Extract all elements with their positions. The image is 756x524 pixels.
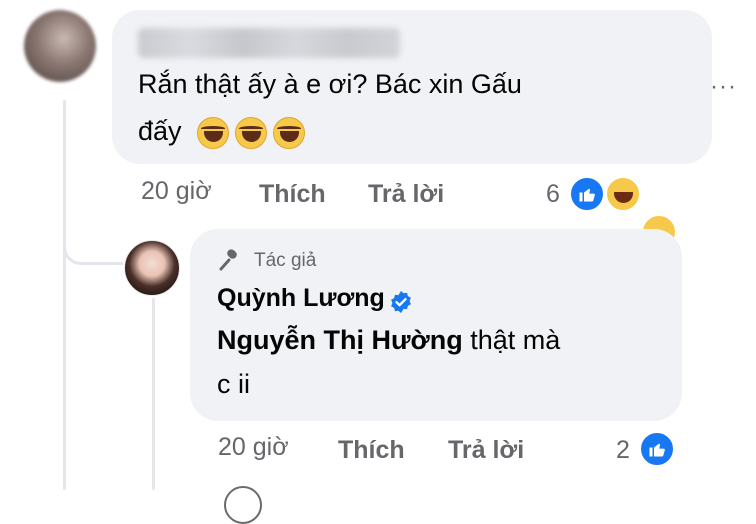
author-badge-label: Tác giả	[254, 250, 317, 271]
thumbs-up-icon	[579, 188, 595, 202]
comment-text-line1: Rắn thật ấy à e ơi? Bác xin Gấu	[138, 69, 522, 99]
next-avatar[interactable]	[224, 486, 262, 524]
like-icon[interactable]	[638, 430, 676, 468]
reply-reply-button[interactable]: Trả lời	[448, 436, 524, 465]
reply-reaction-count[interactable]: 2	[616, 436, 630, 465]
thumbs-up-icon	[649, 443, 665, 457]
laughing-emoji-icon	[273, 116, 306, 149]
haha-icon[interactable]	[604, 175, 642, 213]
comment-reaction-count[interactable]: 6	[546, 180, 560, 209]
thread-line	[63, 100, 66, 490]
like-icon[interactable]	[568, 175, 606, 213]
comment-text-line2: đấy	[138, 110, 306, 152]
comment-reply-button[interactable]: Trả lời	[368, 180, 444, 209]
microphone-icon	[218, 248, 240, 272]
comment-time[interactable]: 20 giờ	[141, 177, 212, 206]
author-name-row: Quỳnh Lương	[217, 284, 413, 314]
reply-time[interactable]: 20 giờ	[218, 433, 289, 462]
reply-text-rest: thật mà	[462, 325, 561, 355]
reply-text-line1: Nguyễn Thị Hường thật mà	[217, 319, 560, 361]
commenter-avatar[interactable]	[24, 10, 96, 82]
reply-text-line2: c ii	[217, 369, 250, 399]
commenter-name-blurred[interactable]	[138, 28, 400, 58]
reply-like-button[interactable]: Thích	[338, 436, 405, 465]
author-name[interactable]: Quỳnh Lương	[217, 284, 385, 312]
laughing-emoji-icon	[235, 116, 268, 149]
reply-thread-line	[152, 298, 155, 490]
author-avatar[interactable]	[124, 240, 180, 296]
laughing-emoji-icon	[197, 116, 230, 149]
more-options-icon[interactable]: ···	[710, 73, 737, 101]
comment-like-button[interactable]: Thích	[259, 180, 326, 209]
comment-text-line2-word: đấy	[138, 116, 182, 146]
mention-link[interactable]: Nguyễn Thị Hường	[217, 325, 463, 355]
thread-connector	[63, 220, 123, 265]
verified-badge-icon	[389, 290, 413, 314]
